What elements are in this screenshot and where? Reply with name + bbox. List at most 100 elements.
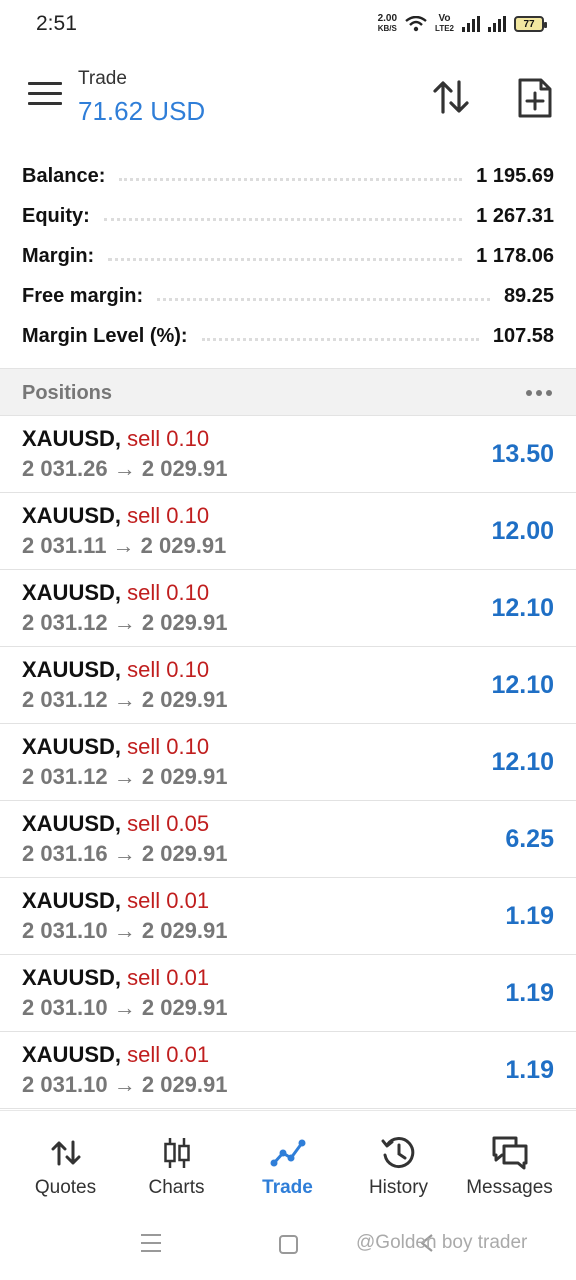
position-prices: 2 031.10 → 2 029.91 bbox=[22, 1072, 228, 1097]
position-type: sell 0.10 bbox=[127, 580, 210, 605]
system-nav: @Golden boy trader bbox=[0, 1214, 576, 1280]
nav-messages[interactable]: Messages bbox=[452, 1111, 567, 1215]
dot-leader bbox=[108, 257, 463, 261]
signal-icon-2 bbox=[488, 16, 506, 32]
position-profit: 13.50 bbox=[491, 440, 554, 468]
nav-charts[interactable]: Charts bbox=[119, 1111, 234, 1215]
nav-quotes[interactable]: Quotes bbox=[8, 1111, 123, 1215]
position-type: sell 0.10 bbox=[127, 657, 210, 682]
quotes-icon bbox=[51, 1140, 80, 1166]
dot-leader bbox=[103, 217, 463, 221]
position-row[interactable]: XAUUSD, sell 0.10 2 031.12 → 2 029.91 12… bbox=[0, 570, 576, 647]
nav-history[interactable]: History bbox=[341, 1111, 456, 1215]
nav-label: Messages bbox=[466, 1177, 553, 1198]
volte-icon: Vo LTE2 bbox=[435, 13, 454, 34]
position-symbol: XAUUSD, bbox=[22, 1042, 122, 1067]
position-symbol: XAUUSD, bbox=[22, 734, 122, 759]
page-title: Trade bbox=[78, 68, 127, 89]
more-options-icon[interactable] bbox=[526, 390, 552, 396]
messages-icon bbox=[492, 1136, 527, 1170]
dot-leader bbox=[119, 177, 463, 181]
summary-label: Equity: bbox=[22, 204, 90, 227]
position-type: sell 0.10 bbox=[127, 734, 210, 759]
positions-list: XAUUSD, sell 0.10 2 031.26 → 2 029.91 13… bbox=[0, 416, 576, 1109]
summary-value: 107.58 bbox=[492, 324, 554, 347]
position-profit: 12.00 bbox=[491, 517, 554, 545]
position-type: sell 0.01 bbox=[127, 888, 210, 913]
positions-title: Positions bbox=[22, 382, 113, 404]
home-icon[interactable] bbox=[279, 1235, 298, 1254]
position-profit: 12.10 bbox=[491, 748, 554, 776]
history-icon bbox=[381, 1137, 414, 1169]
position-symbol: XAUUSD, bbox=[22, 965, 122, 990]
summary-margin: Margin: 1 178.06 bbox=[0, 236, 576, 276]
position-type: sell 0.10 bbox=[127, 426, 210, 451]
position-symbol: XAUUSD, bbox=[22, 426, 122, 451]
position-row[interactable]: XAUUSD, sell 0.01 2 031.10 → 2 029.91 1.… bbox=[0, 1032, 576, 1109]
position-profit: 1.19 bbox=[505, 1056, 554, 1084]
position-profit: 1.19 bbox=[505, 902, 554, 930]
position-profit: 1.19 bbox=[505, 979, 554, 1007]
battery-icon: 77 bbox=[514, 16, 547, 32]
position-profit: 12.10 bbox=[491, 594, 554, 622]
position-prices: 2 031.26 → 2 029.91 bbox=[22, 456, 228, 481]
position-type: sell 0.10 bbox=[127, 503, 210, 528]
position-type: sell 0.01 bbox=[127, 1042, 210, 1067]
position-prices: 2 031.11 → 2 029.91 bbox=[22, 533, 227, 558]
nav-label: Trade bbox=[262, 1177, 313, 1198]
position-symbol: XAUUSD, bbox=[22, 580, 122, 605]
position-row[interactable]: XAUUSD, sell 0.05 2 031.16 → 2 029.91 6.… bbox=[0, 801, 576, 878]
position-prices: 2 031.12 → 2 029.91 bbox=[22, 687, 228, 712]
status-icons: 2.00 KB/S Vo LTE2 77 bbox=[377, 13, 547, 34]
nav-trade[interactable]: Trade bbox=[230, 1111, 345, 1215]
position-symbol: XAUUSD, bbox=[22, 657, 122, 682]
status-time: 2:51 bbox=[36, 12, 77, 35]
position-row[interactable]: XAUUSD, sell 0.10 2 031.11 → 2 029.91 12… bbox=[0, 493, 576, 570]
dot-leader bbox=[157, 297, 490, 301]
position-prices: 2 031.12 → 2 029.91 bbox=[22, 764, 228, 789]
signal-icon bbox=[462, 16, 480, 32]
position-type: sell 0.01 bbox=[127, 965, 210, 990]
dot-leader bbox=[201, 337, 479, 341]
nav-label: Quotes bbox=[34, 1177, 97, 1198]
app-header: Trade 71.62 USD bbox=[0, 52, 576, 148]
position-row[interactable]: XAUUSD, sell 0.10 2 031.12 → 2 029.91 12… bbox=[0, 647, 576, 724]
summary-label: Free margin: bbox=[22, 284, 144, 307]
summary-value: 1 195.69 bbox=[476, 164, 554, 187]
position-symbol: XAUUSD, bbox=[22, 503, 122, 528]
recent-apps-icon[interactable] bbox=[141, 1234, 161, 1258]
position-prices: 2 031.10 → 2 029.91 bbox=[22, 918, 228, 943]
summary-balance: Balance: 1 195.69 bbox=[0, 156, 576, 196]
watermark: @Golden boy trader bbox=[356, 1232, 528, 1253]
position-type: sell 0.05 bbox=[127, 811, 210, 836]
nav-label: Charts bbox=[148, 1177, 205, 1198]
summary-label: Balance: bbox=[22, 164, 106, 187]
position-row[interactable]: XAUUSD, sell 0.10 2 031.26 → 2 029.91 13… bbox=[0, 416, 576, 493]
summary-equity: Equity: 1 267.31 bbox=[0, 196, 576, 236]
position-prices: 2 031.16 → 2 029.91 bbox=[22, 841, 228, 866]
summary-value: 89.25 bbox=[503, 284, 554, 307]
summary-label: Margin Level (%): bbox=[22, 324, 188, 347]
nav-label: History bbox=[368, 1177, 429, 1198]
sort-icon[interactable] bbox=[430, 76, 472, 118]
position-prices: 2 031.12 → 2 029.91 bbox=[22, 610, 228, 635]
position-row[interactable]: XAUUSD, sell 0.01 2 031.10 → 2 029.91 1.… bbox=[0, 878, 576, 955]
position-row[interactable]: XAUUSD, sell 0.01 2 031.10 → 2 029.91 1.… bbox=[0, 955, 576, 1032]
summary-value: 1 267.31 bbox=[476, 204, 554, 227]
position-profit: 12.10 bbox=[491, 671, 554, 699]
position-row[interactable]: XAUUSD, sell 0.10 2 031.12 → 2 029.91 12… bbox=[0, 724, 576, 801]
trade-icon bbox=[270, 1139, 305, 1167]
menu-icon[interactable] bbox=[28, 82, 62, 108]
position-symbol: XAUUSD, bbox=[22, 888, 122, 913]
new-order-icon[interactable] bbox=[516, 76, 554, 120]
status-bar: 2:51 2.00 KB/S Vo LTE2 77 bbox=[0, 0, 576, 52]
position-profit: 6.25 bbox=[505, 825, 554, 853]
network-speed: 2.00 KB/S bbox=[377, 13, 398, 34]
summary-margin-level: Margin Level (%): 107.58 bbox=[0, 316, 576, 356]
profit-total: 71.62 USD bbox=[78, 96, 206, 126]
position-prices: 2 031.10 → 2 029.91 bbox=[22, 995, 228, 1020]
position-symbol: XAUUSD, bbox=[22, 811, 122, 836]
positions-header: Positions bbox=[0, 368, 576, 416]
account-summary: Balance: 1 195.69 Equity: 1 267.31 Margi… bbox=[0, 156, 576, 356]
summary-label: Margin: bbox=[22, 244, 95, 267]
